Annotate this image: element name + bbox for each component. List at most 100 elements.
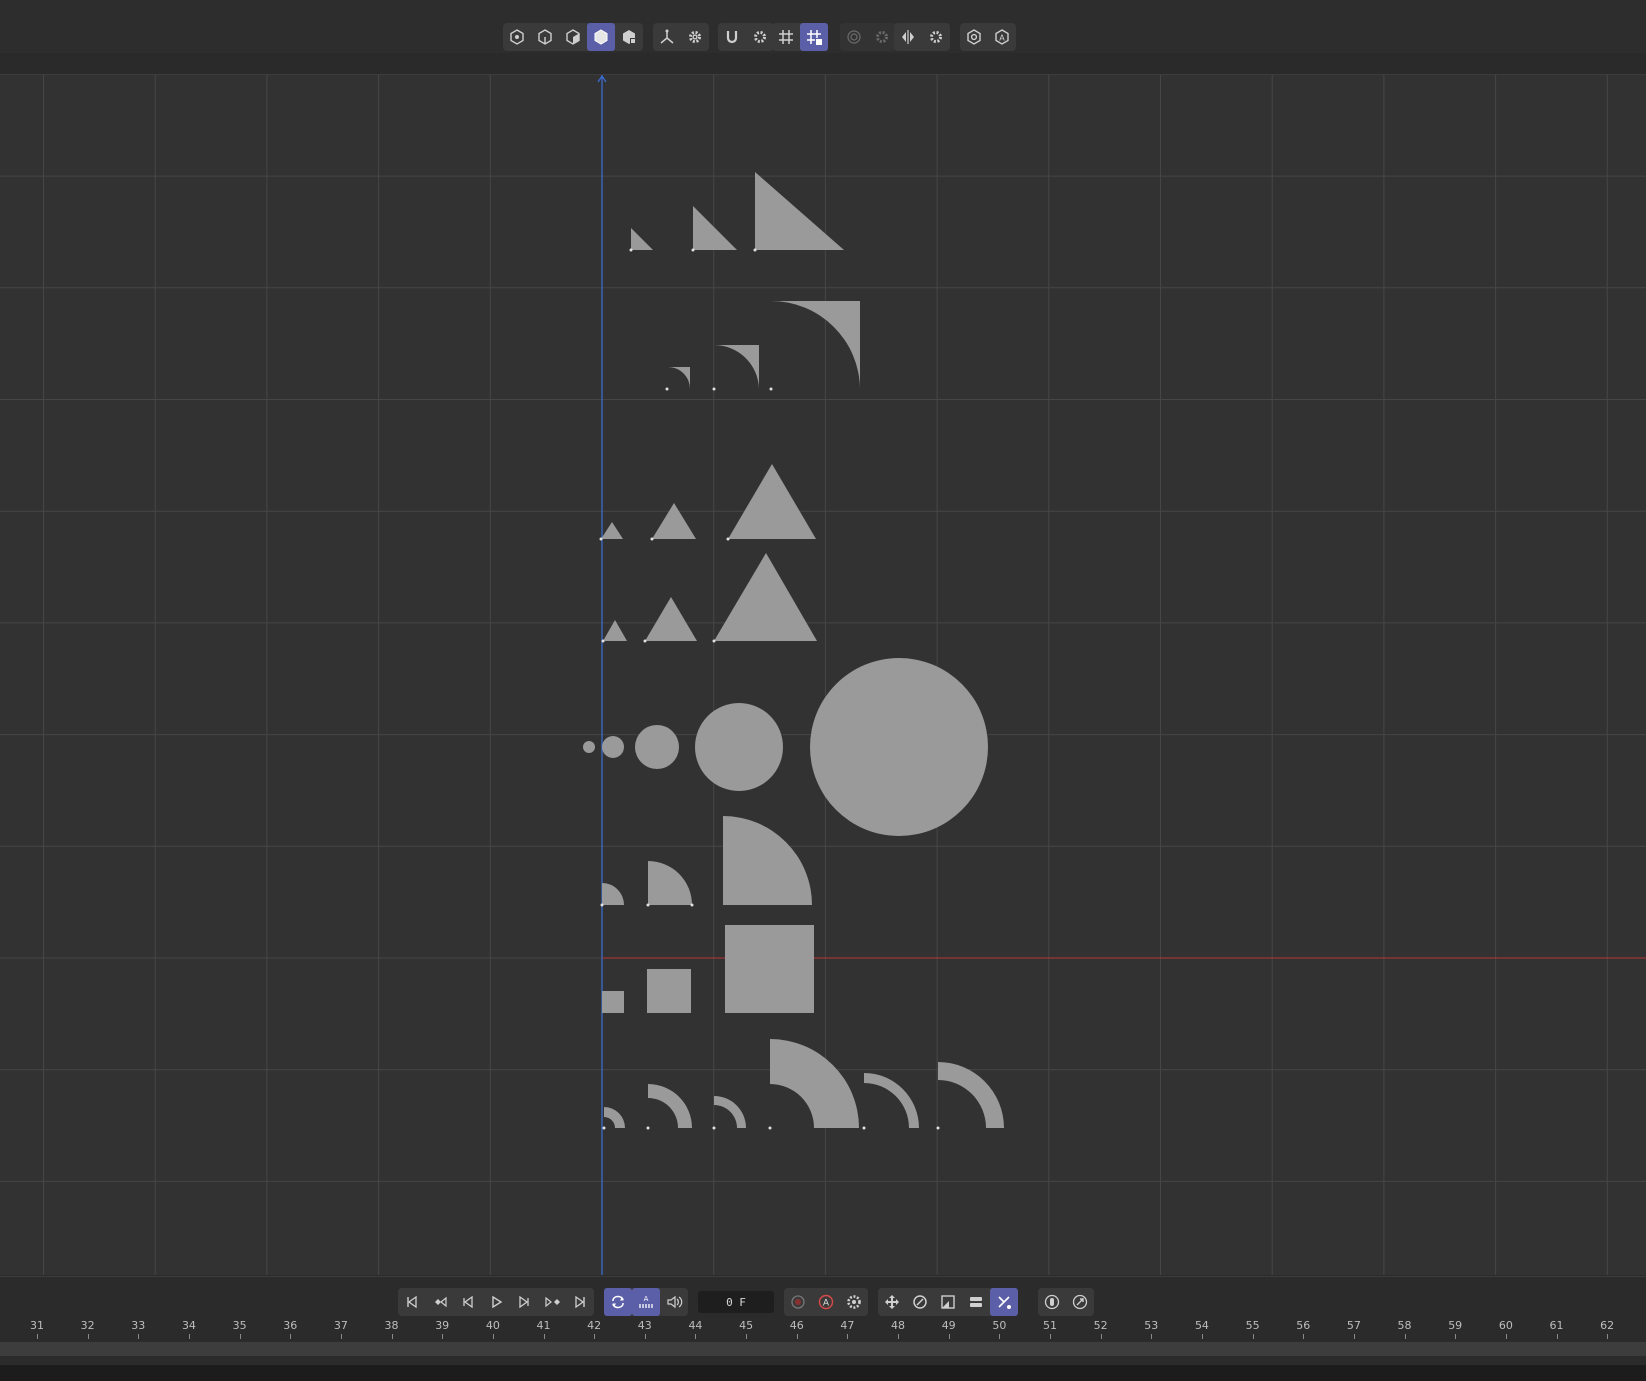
ruler-label: 40: [485, 1319, 500, 1332]
ruler-label: 37: [333, 1319, 348, 1332]
viewport-canvas: [0, 75, 1646, 1275]
quarter-circle-small: [602, 883, 624, 905]
soft-selection-icon[interactable]: [840, 23, 868, 51]
circle-tiny: [583, 741, 595, 753]
ruler-label: 51: [1043, 1319, 1057, 1332]
render-group: A: [960, 23, 1016, 51]
grid-lock-icon[interactable]: [800, 23, 828, 51]
gear-icon[interactable]: [868, 23, 896, 51]
go-to-start-icon[interactable]: [398, 1288, 426, 1316]
ruler-label: 56: [1296, 1319, 1311, 1332]
ruler-tick: [847, 1334, 849, 1339]
next-key-icon[interactable]: [538, 1288, 566, 1316]
ruler-tick: [695, 1334, 697, 1339]
keyframe-settings-icon[interactable]: [840, 1288, 868, 1316]
ruler-tick: [188, 1334, 190, 1339]
ruler-tick: [1151, 1334, 1153, 1339]
param-key-icon[interactable]: [962, 1288, 990, 1316]
ruler-label: 38: [384, 1319, 399, 1332]
arc-ring-wide: [938, 1062, 1004, 1128]
ruler-label: 45: [739, 1319, 754, 1332]
concave-corner-medium: [714, 345, 759, 389]
ruler-label: 44: [688, 1319, 703, 1332]
triangle-medium-a: [652, 503, 696, 539]
model-mode-icon[interactable]: [587, 23, 615, 51]
ruler-label: 31: [30, 1319, 44, 1332]
rotate-key-icon[interactable]: [906, 1288, 934, 1316]
previous-key-icon[interactable]: [426, 1288, 454, 1316]
loop-icon[interactable]: [604, 1288, 632, 1316]
autokey-record-icon[interactable]: A: [812, 1288, 840, 1316]
svg-text:A: A: [823, 1299, 830, 1309]
gear-icon[interactable]: [746, 23, 774, 51]
shapes: [583, 172, 1004, 1128]
texture-mode-icon[interactable]: [615, 23, 643, 51]
ruler-label: 34: [181, 1319, 196, 1332]
ruler-label: 59: [1448, 1319, 1463, 1332]
ruler-tick: [340, 1334, 342, 1339]
magnet-icon[interactable]: [718, 23, 746, 51]
sound-icon[interactable]: [660, 1288, 688, 1316]
ruler-tick: [1100, 1334, 1102, 1339]
ruler-tick: [37, 1334, 38, 1339]
ruler-label: 33: [131, 1319, 146, 1332]
quarter-circle-medium: [648, 861, 692, 905]
ruler-tick: [1303, 1334, 1305, 1339]
playback-controls: [398, 1288, 594, 1316]
ruler-label: 47: [840, 1319, 855, 1332]
ruler-tick: [290, 1334, 292, 1339]
next-frame-icon[interactable]: [510, 1288, 538, 1316]
ruler-tick: [1252, 1334, 1254, 1339]
ruler-label: 48: [891, 1319, 906, 1332]
right-triangle-large: [755, 172, 844, 250]
ruler-label: 58: [1397, 1319, 1412, 1332]
ruler-tick: [239, 1334, 241, 1339]
scale-key-icon[interactable]: [934, 1288, 962, 1316]
right-triangle-small: [631, 228, 653, 250]
viewport[interactable]: [0, 75, 1646, 1275]
ruler-label: 61: [1549, 1319, 1564, 1332]
point-level-key-icon[interactable]: [990, 1288, 1018, 1316]
ruler-label: 62: [1600, 1319, 1615, 1332]
arc-ring-thin-large: [864, 1073, 919, 1128]
motion-controls: [1038, 1288, 1094, 1316]
move-key-icon[interactable]: [878, 1288, 906, 1316]
ruler-label: 42: [587, 1319, 602, 1332]
edges-mode-icon[interactable]: [531, 23, 559, 51]
ruler-label: 36: [283, 1319, 298, 1332]
motion-settings-icon[interactable]: [1066, 1288, 1094, 1316]
ruler-label: 46: [789, 1319, 804, 1332]
axis-icon[interactable]: [653, 23, 681, 51]
ruler-tick: [948, 1334, 950, 1339]
points-mode-icon[interactable]: [503, 23, 531, 51]
grid-icon[interactable]: [772, 23, 800, 51]
timeline-track[interactable]: [0, 1342, 1646, 1356]
previous-frame-icon[interactable]: [454, 1288, 482, 1316]
status-strip: [0, 1365, 1646, 1381]
gear-icon[interactable]: [681, 23, 709, 51]
go-to-end-icon[interactable]: [566, 1288, 594, 1316]
ruler-tick: [1556, 1334, 1558, 1339]
play-icon[interactable]: [482, 1288, 510, 1316]
record-icon[interactable]: [784, 1288, 812, 1316]
svg-text:A: A: [644, 1295, 649, 1303]
ruler-label: 41: [536, 1319, 551, 1332]
circle-medium: [635, 725, 679, 769]
soft-select-group: [840, 23, 896, 51]
svg-text:A: A: [999, 34, 1005, 43]
gear-icon[interactable]: [922, 23, 950, 51]
ruler-label: 60: [1498, 1319, 1513, 1332]
render-view-icon[interactable]: [960, 23, 988, 51]
arc-ring-large: [770, 1039, 859, 1128]
ruler-tick: [898, 1334, 900, 1339]
auto-keyframe-icon[interactable]: A: [632, 1288, 660, 1316]
arc-ring-small: [604, 1107, 625, 1128]
motion-record-icon[interactable]: [1038, 1288, 1066, 1316]
ruler-tick: [138, 1334, 140, 1339]
symmetry-icon[interactable]: [894, 23, 922, 51]
viewport-header-bar: [0, 53, 1646, 75]
polygons-mode-icon[interactable]: [559, 23, 587, 51]
ruler-tick: [594, 1334, 596, 1339]
current-frame-field[interactable]: 0 F: [698, 1291, 774, 1313]
auto-key-icon[interactable]: A: [988, 23, 1016, 51]
